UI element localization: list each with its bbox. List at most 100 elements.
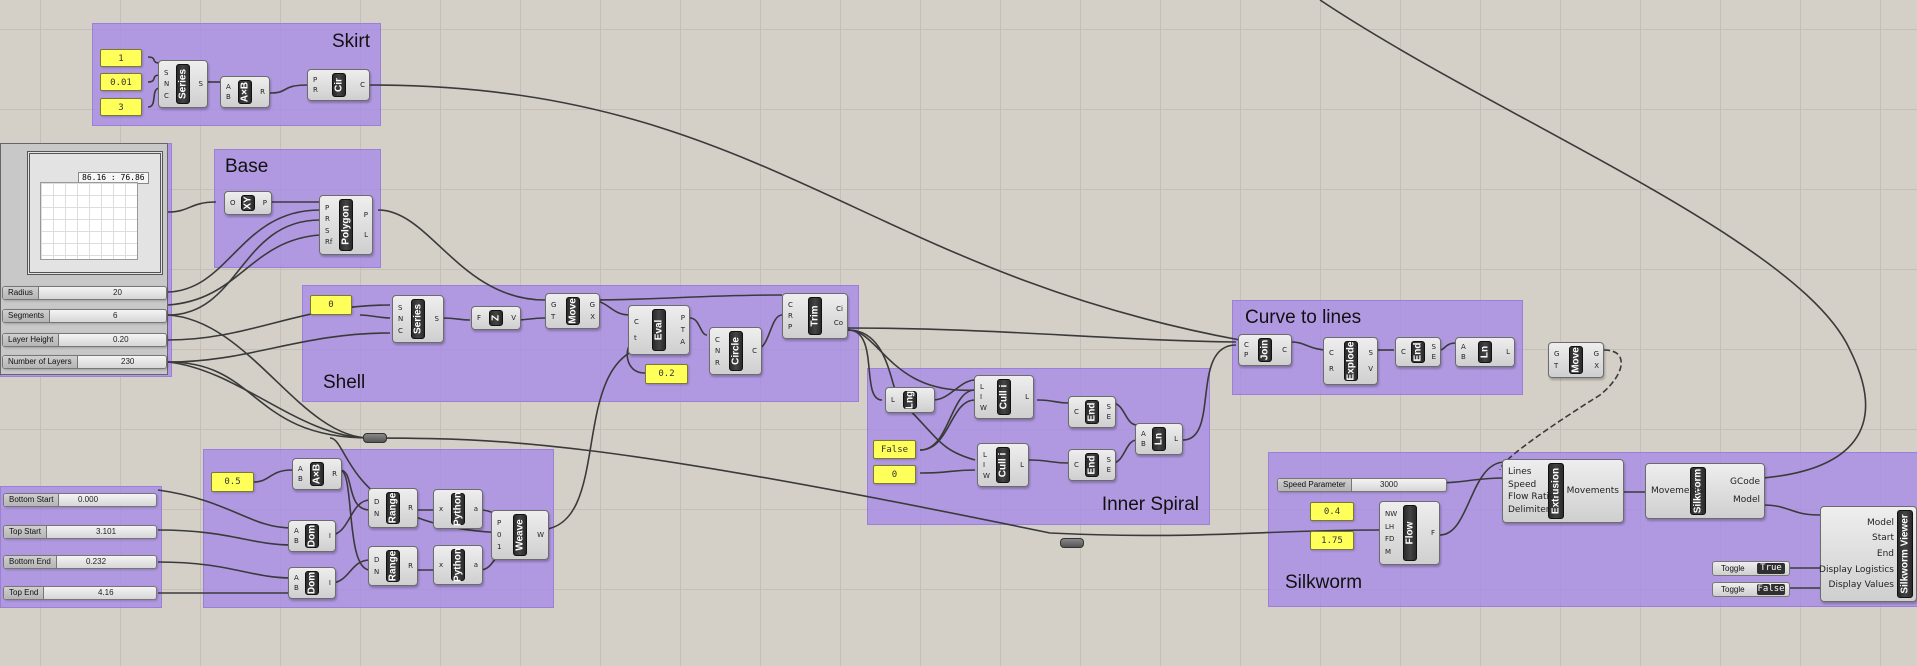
- display-logistics-toggle[interactable]: Toggle True: [1712, 561, 1790, 576]
- input-pin[interactable]: A: [298, 465, 303, 473]
- output-pin[interactable]: Model: [1733, 495, 1760, 505]
- input-pin[interactable]: N: [164, 80, 169, 88]
- output-pin[interactable]: W: [537, 531, 544, 539]
- output-pin[interactable]: R: [332, 470, 337, 478]
- input-pin[interactable]: Flow Ratio: [1508, 492, 1555, 502]
- output-pin[interactable]: V: [511, 314, 516, 322]
- output-pin[interactable]: P: [681, 314, 685, 322]
- spiral-flag-panel[interactable]: False: [873, 440, 916, 459]
- input-pin[interactable]: I: [983, 461, 985, 469]
- input-pin[interactable]: x: [439, 505, 443, 513]
- top-start-slider[interactable]: Top Start 3.101: [3, 525, 157, 539]
- number-of-layers-slider[interactable]: Number of Layers 230: [2, 355, 167, 369]
- top-end-slider[interactable]: Top End 4.16: [3, 586, 157, 600]
- python-2-component[interactable]: Python x a: [433, 545, 483, 585]
- output-pin[interactable]: A: [680, 338, 685, 346]
- input-pin[interactable]: C: [1329, 349, 1334, 357]
- move-shell-component[interactable]: Move G T G X: [545, 293, 600, 329]
- input-pin[interactable]: C: [1401, 348, 1406, 356]
- input-pin[interactable]: R: [1329, 365, 1334, 373]
- input-pin[interactable]: S: [398, 304, 402, 312]
- speed-parameter-slider[interactable]: Speed Parameter 3000: [1277, 478, 1447, 492]
- input-pin[interactable]: S: [164, 69, 168, 77]
- output-pin[interactable]: E: [1107, 413, 1111, 421]
- skirt-step-panel[interactable]: 0.01: [100, 73, 142, 91]
- output-pin[interactable]: L: [364, 231, 368, 239]
- list-length-component[interactable]: Lng L: [885, 387, 935, 413]
- input-pin[interactable]: W: [983, 472, 990, 480]
- output-pin[interactable]: S: [1107, 456, 1111, 464]
- wire-relay[interactable]: [363, 433, 387, 443]
- radius-slider[interactable]: Radius 20: [2, 286, 167, 300]
- input-pin[interactable]: O: [230, 199, 236, 207]
- output-pin[interactable]: C: [752, 347, 757, 355]
- output-pin[interactable]: C: [1282, 346, 1287, 354]
- cull-index-top-component[interactable]: Cull iLIWL: [974, 375, 1034, 419]
- input-pin[interactable]: G: [1554, 350, 1559, 358]
- input-pin[interactable]: B: [226, 93, 231, 101]
- input-pin[interactable]: B: [1141, 440, 1146, 448]
- multiply-weave-component[interactable]: A×B A B R: [292, 458, 342, 490]
- input-pin[interactable]: C: [788, 301, 793, 309]
- flow-lh-panel[interactable]: 1.75: [1310, 531, 1354, 550]
- line-lines-component[interactable]: Ln A B L: [1455, 337, 1515, 367]
- move-lines-component[interactable]: Move G T G X: [1548, 342, 1604, 378]
- output-pin[interactable]: S: [1369, 349, 1373, 357]
- range-2-component[interactable]: Range D N R: [368, 546, 418, 586]
- input-pin[interactable]: Start: [1872, 533, 1894, 543]
- output-pin[interactable]: E: [1107, 466, 1111, 474]
- input-pin[interactable]: C: [1244, 341, 1249, 349]
- input-pin[interactable]: S: [325, 227, 329, 235]
- output-pin[interactable]: P: [263, 199, 267, 207]
- segments-slider[interactable]: Segments 6: [2, 309, 167, 323]
- input-pin[interactable]: P: [325, 204, 329, 212]
- input-pin[interactable]: B: [294, 537, 299, 545]
- output-pin[interactable]: Movements: [1567, 486, 1619, 496]
- domain-1-component[interactable]: Dom A B I: [288, 520, 336, 552]
- series-skirt-component[interactable]: Series S N C S: [158, 60, 208, 108]
- graph-mapper-plot[interactable]: [40, 182, 138, 260]
- input-pin[interactable]: C: [1074, 408, 1079, 416]
- output-pin[interactable]: R: [260, 88, 265, 96]
- input-pin[interactable]: R: [715, 359, 720, 367]
- input-pin[interactable]: A: [226, 83, 231, 91]
- input-pin[interactable]: R: [325, 215, 330, 223]
- end-points-top-component[interactable]: End C S E: [1068, 396, 1116, 428]
- silkworm-viewer-component[interactable]: Silkworm Viewer Model Start End Display Logi…: [1819, 506, 1917, 602]
- input-pin[interactable]: NW: [1385, 510, 1397, 518]
- input-pin[interactable]: 1: [497, 543, 501, 551]
- input-pin[interactable]: R: [313, 86, 318, 94]
- line-spiral-component[interactable]: Ln A B L: [1135, 423, 1183, 455]
- input-pin[interactable]: C: [1074, 461, 1079, 469]
- input-pin[interactable]: C: [398, 327, 403, 335]
- end-points-lines-component[interactable]: End C S E: [1395, 337, 1441, 367]
- range-1-component[interactable]: Range D N R: [368, 488, 418, 528]
- output-pin[interactable]: I: [329, 532, 331, 540]
- wire-relay[interactable]: [1060, 538, 1084, 548]
- input-pin[interactable]: t: [634, 334, 637, 342]
- input-pin[interactable]: L: [980, 383, 984, 391]
- input-pin[interactable]: B: [298, 475, 303, 483]
- input-pin[interactable]: W: [980, 404, 987, 412]
- input-pin[interactable]: A: [294, 527, 299, 535]
- input-pin[interactable]: D: [374, 556, 379, 564]
- input-pin[interactable]: A: [1141, 430, 1146, 438]
- input-pin[interactable]: Delimiter: [1508, 505, 1550, 515]
- flow-component[interactable]: Flow NW LH FD M F: [1379, 501, 1440, 565]
- input-pin[interactable]: Lines: [1508, 467, 1531, 477]
- output-pin[interactable]: a: [474, 561, 478, 569]
- input-pin[interactable]: Movements: [1651, 486, 1703, 496]
- output-pin[interactable]: GCode: [1730, 477, 1760, 487]
- output-pin[interactable]: R: [408, 562, 413, 570]
- input-pin[interactable]: P: [313, 76, 317, 84]
- xy-plane-component[interactable]: XY O P: [224, 191, 272, 215]
- input-pin[interactable]: A: [294, 574, 299, 582]
- extrusion-component[interactable]: Extrusion Lines Speed Flow Ratio Delimiter Mo…: [1502, 459, 1624, 523]
- output-pin[interactable]: I: [329, 579, 331, 587]
- input-pin[interactable]: Model: [1867, 518, 1894, 528]
- output-pin[interactable]: C: [360, 81, 365, 89]
- output-pin[interactable]: L: [1020, 461, 1024, 469]
- input-pin[interactable]: T: [1554, 362, 1558, 370]
- output-pin[interactable]: X: [590, 313, 595, 321]
- silkworm-component[interactable]: Silkworm Movements GCode Model: [1645, 463, 1765, 519]
